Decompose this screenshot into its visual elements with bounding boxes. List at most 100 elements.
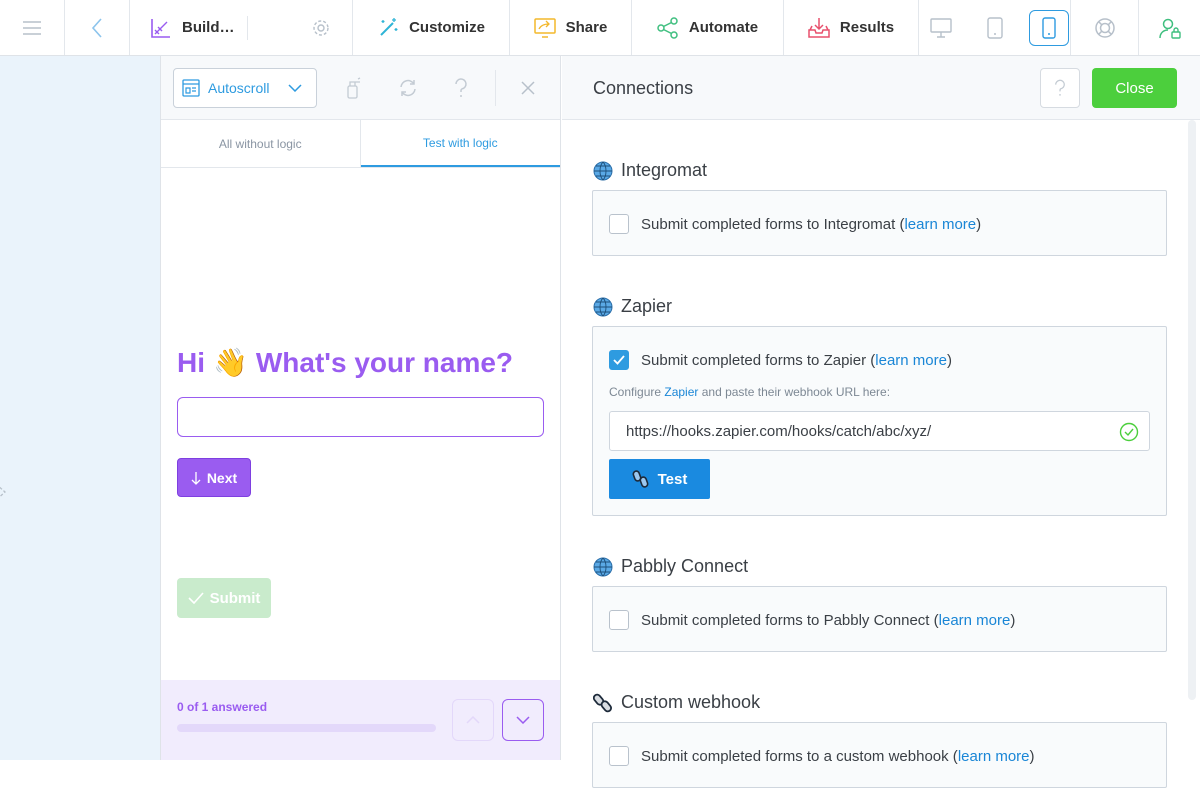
user-lock-icon bbox=[1158, 18, 1181, 39]
close-button[interactable]: Close bbox=[1092, 68, 1177, 108]
mobile-preview-button[interactable] bbox=[1028, 9, 1069, 46]
custom-webhook-heading: Custom webhook bbox=[593, 692, 760, 713]
build-ruler-icon bbox=[151, 18, 170, 38]
account-button[interactable] bbox=[1139, 0, 1200, 55]
question-mark-icon bbox=[1055, 79, 1065, 96]
connections-help-button[interactable] bbox=[1040, 68, 1080, 108]
checkmark-icon bbox=[188, 592, 204, 604]
option-text: Submit completed forms to a custom webho… bbox=[641, 747, 1035, 765]
next-button[interactable]: Next bbox=[177, 458, 251, 497]
collapse-handle-icon[interactable] bbox=[0, 482, 8, 502]
pabbly-checkbox[interactable] bbox=[609, 610, 629, 630]
form-preview-pane: Autoscroll All without logic Test with l… bbox=[161, 56, 561, 760]
pabbly-heading: Pabbly Connect bbox=[593, 556, 748, 577]
answer-progress-bar bbox=[177, 724, 436, 732]
customize-tab[interactable]: Customize bbox=[353, 0, 510, 55]
learn-more-link[interactable]: learn more bbox=[875, 352, 947, 369]
share-tab[interactable]: Share bbox=[510, 0, 632, 55]
zapier-hint: Configure Zapier and paste their webhook… bbox=[609, 385, 891, 399]
question-mark-icon bbox=[455, 78, 467, 97]
submit-label: Submit bbox=[209, 589, 261, 607]
results-inbox-icon bbox=[808, 17, 830, 38]
learn-more-link[interactable]: learn more bbox=[958, 748, 1030, 765]
results-label: Results bbox=[839, 19, 895, 36]
integromat-card: Submit completed forms to Integromat (le… bbox=[592, 190, 1167, 256]
globe-icon bbox=[593, 297, 613, 316]
custom-webhook-checkbox[interactable] bbox=[609, 746, 629, 766]
previous-question-button[interactable] bbox=[452, 699, 494, 741]
clear-answers-button[interactable] bbox=[341, 76, 365, 100]
tab-all-without-logic[interactable]: All without logic bbox=[161, 120, 361, 167]
form-layout-icon bbox=[182, 79, 200, 97]
share-label: Share bbox=[565, 19, 608, 36]
submit-button[interactable]: Submit bbox=[177, 578, 271, 618]
answered-count: 0 of 1 answered bbox=[177, 700, 268, 714]
reload-preview-button[interactable] bbox=[396, 76, 420, 100]
help-center-button[interactable] bbox=[1071, 0, 1139, 55]
pabbly-card: Submit completed forms to Pabbly Connect… bbox=[592, 586, 1167, 652]
spray-bottle-icon bbox=[347, 77, 361, 99]
builder-canvas-strip bbox=[0, 56, 161, 760]
build-tab[interactable]: Build… bbox=[130, 0, 353, 55]
hamburger-icon bbox=[23, 20, 41, 35]
zapier-link[interactable]: Zapier bbox=[664, 385, 698, 399]
tablet-preview-button[interactable] bbox=[975, 10, 1015, 46]
share-screen-icon bbox=[533, 17, 556, 38]
preview-mode-tabs: All without logic Test with logic bbox=[161, 120, 560, 168]
integromat-checkbox[interactable] bbox=[609, 214, 629, 234]
refresh-icon bbox=[400, 79, 416, 97]
desktop-icon bbox=[929, 17, 952, 38]
preview-help-button[interactable] bbox=[449, 76, 473, 100]
name-answer-input[interactable] bbox=[177, 397, 544, 437]
learn-more-link[interactable]: learn more bbox=[939, 612, 1011, 629]
autoscroll-label: Autoscroll bbox=[208, 80, 270, 96]
customize-label: Customize bbox=[409, 19, 485, 36]
question-text: What's your name? bbox=[255, 346, 514, 378]
section-name: Custom webhook bbox=[621, 692, 761, 712]
zapier-option: Submit completed forms to Zapier (learn … bbox=[609, 350, 952, 370]
next-label: Next bbox=[206, 469, 238, 486]
section-name: Zapier bbox=[621, 296, 673, 316]
hamburger-menu-button[interactable] bbox=[0, 0, 65, 55]
arrow-down-icon bbox=[191, 471, 201, 485]
chevron-down-icon bbox=[516, 716, 530, 724]
link-icon bbox=[593, 693, 612, 712]
option-text: Submit completed forms to Pabbly Connect… bbox=[641, 611, 1016, 629]
link-icon bbox=[632, 470, 649, 488]
divider bbox=[495, 70, 496, 106]
webhook-url-value: https://hooks.zapier.com/hooks/catch/abc… bbox=[626, 422, 932, 440]
chevron-left-icon bbox=[91, 17, 102, 38]
results-tab[interactable]: Results bbox=[784, 0, 919, 55]
back-button[interactable] bbox=[65, 0, 130, 55]
custom-webhook-option: Submit completed forms to a custom webho… bbox=[609, 746, 1035, 766]
globe-icon bbox=[593, 161, 613, 180]
magic-wand-icon bbox=[380, 17, 398, 36]
automate-tab[interactable]: Automate bbox=[632, 0, 784, 55]
question-prefix: Hi bbox=[177, 346, 205, 378]
gear-icon[interactable] bbox=[312, 19, 330, 37]
next-question-button[interactable] bbox=[502, 699, 544, 741]
section-name: Pabbly Connect bbox=[621, 556, 749, 576]
option-text: Submit completed forms to Integromat (le… bbox=[641, 215, 982, 233]
question-title: Hi 👋 What's your name? bbox=[177, 346, 513, 379]
close-preview-button[interactable] bbox=[516, 76, 540, 100]
connections-header: Connections Close bbox=[562, 56, 1200, 120]
lifebuoy-icon bbox=[1094, 17, 1115, 38]
learn-more-link[interactable]: learn more bbox=[904, 216, 976, 233]
webhook-url-field[interactable]: https://hooks.zapier.com/hooks/catch/abc… bbox=[609, 411, 1150, 451]
autoscroll-dropdown[interactable]: Autoscroll bbox=[173, 68, 317, 108]
progress-footer: 0 of 1 answered bbox=[161, 680, 560, 760]
check-circle-icon bbox=[1119, 422, 1139, 442]
tab-test-with-logic[interactable]: Test with logic bbox=[360, 120, 560, 167]
scrollbar[interactable] bbox=[1188, 120, 1196, 700]
custom-webhook-card: Submit completed forms to a custom webho… bbox=[592, 722, 1167, 788]
close-icon bbox=[521, 81, 535, 95]
chevron-up-icon bbox=[466, 716, 480, 724]
automate-nodes-icon bbox=[657, 16, 678, 39]
zapier-checkbox[interactable] bbox=[609, 350, 629, 370]
option-text: Submit completed forms to Zapier (learn … bbox=[641, 351, 952, 369]
desktop-preview-button[interactable] bbox=[921, 10, 961, 46]
section-name: Integromat bbox=[621, 160, 708, 180]
test-webhook-button[interactable]: Test bbox=[609, 459, 710, 499]
automate-label: Automate bbox=[688, 19, 759, 36]
